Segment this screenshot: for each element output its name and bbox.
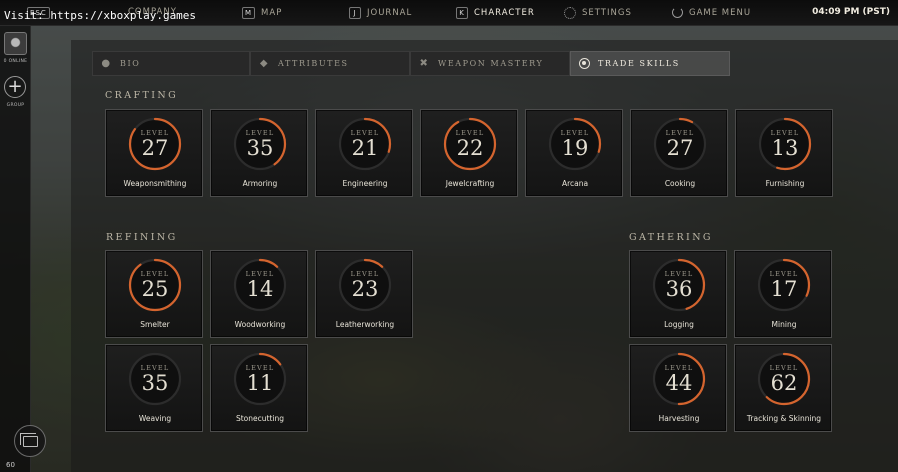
tab-attributes-label: ATTRIBUTES: [278, 59, 349, 68]
skill-card-arcana[interactable]: LEVEL 19 Arcana: [525, 109, 623, 197]
level-number: 62: [770, 371, 798, 395]
skill-name: Mining: [771, 320, 797, 329]
level-number: 23: [351, 277, 379, 301]
diamond-icon: ◆: [259, 58, 270, 69]
keycap-j: J: [349, 7, 361, 19]
skill-card-cooking[interactable]: LEVEL 27 Cooking: [630, 109, 728, 197]
tab-trade-skills-label: TRADE SKILLS: [598, 59, 680, 68]
crossed-swords-icon: ✖: [419, 58, 430, 69]
skill-name: Leatherworking: [335, 320, 395, 329]
level-number: 21: [351, 136, 379, 160]
level-number: 44: [665, 371, 693, 395]
skill-name: Stonecutting: [235, 414, 284, 423]
nav-game-menu[interactable]: GAME MENU: [672, 7, 751, 18]
nav-character-label: CHARACTER: [474, 8, 535, 18]
skill-name: Arcana: [561, 179, 589, 188]
nav-settings[interactable]: SETTINGS: [564, 7, 632, 19]
level-number: 17: [770, 277, 798, 301]
fps-counter: 60: [6, 461, 15, 469]
skill-name: Tracking & Skinning: [746, 414, 822, 423]
skill-card-woodworking[interactable]: LEVEL 14 Woodworking: [210, 250, 308, 338]
nav-map-label: MAP: [261, 8, 283, 18]
tab-weapon-mastery[interactable]: ✖ WEAPON MASTERY: [410, 51, 570, 76]
skill-card-leatherworking[interactable]: LEVEL 23 Leatherworking: [315, 250, 413, 338]
skill-name: Weaving: [138, 414, 172, 423]
keycap-m: M: [242, 7, 256, 19]
skill-card-furnishing[interactable]: LEVEL 13 Furnishing: [735, 109, 833, 197]
keycap-k: K: [456, 7, 468, 19]
skill-card-weaponsmithing[interactable]: LEVEL 27 Weaponsmithing: [105, 109, 203, 197]
add-group-button[interactable]: +: [4, 76, 26, 98]
tab-attributes[interactable]: ◆ ATTRIBUTES: [250, 51, 410, 76]
skill-card-tracking-skinning[interactable]: LEVEL 62 Tracking & Skinning: [734, 344, 832, 432]
nav-settings-label: SETTINGS: [582, 8, 632, 18]
level-number: 27: [141, 136, 169, 160]
avatar[interactable]: [4, 32, 27, 55]
level-number: 22: [456, 136, 484, 160]
skill-name: Logging: [664, 320, 694, 329]
tab-trade-skills[interactable]: TRADE SKILLS: [570, 51, 730, 76]
level-number: 14: [246, 277, 274, 301]
skill-card-jewelcrafting[interactable]: LEVEL 22 Jewelcrafting: [420, 109, 518, 197]
skill-card-logging[interactable]: LEVEL 36 Logging: [629, 250, 727, 338]
skill-name: Jewelcrafting: [445, 179, 495, 188]
skill-card-armoring[interactable]: LEVEL 35 Armoring: [210, 109, 308, 197]
skill-name: Weaponsmithing: [123, 179, 187, 188]
skill-card-stonecutting[interactable]: LEVEL 11 Stonecutting: [210, 344, 308, 432]
skill-card-harvesting[interactable]: LEVEL 44 Harvesting: [629, 344, 727, 432]
skill-name: Smelter: [140, 320, 170, 329]
target-icon: [579, 58, 590, 69]
level-number: 35: [141, 371, 169, 395]
nav-journal[interactable]: J JOURNAL: [349, 7, 412, 19]
nav-journal-label: JOURNAL: [367, 8, 413, 18]
gear-icon: [564, 7, 576, 19]
nav-character[interactable]: K CHARACTER: [456, 7, 535, 19]
level-number: 35: [246, 136, 274, 160]
group-label: GROUP: [6, 103, 25, 108]
skill-card-engineering[interactable]: LEVEL 21 Engineering: [315, 109, 413, 197]
clock: 04:09 PM (PST): [812, 7, 890, 17]
section-title-crafting: CRAFTING: [105, 90, 179, 101]
skill-name: Woodworking: [234, 320, 286, 329]
nav-game-menu-label: GAME MENU: [689, 7, 752, 18]
tab-bio[interactable]: ● BIO: [92, 51, 250, 76]
level-number: 27: [666, 136, 694, 160]
nav-map[interactable]: M MAP: [242, 7, 282, 19]
level-number: 19: [561, 136, 589, 160]
level-number: 25: [141, 277, 169, 301]
chat-button[interactable]: [14, 425, 46, 457]
left-social-strip: 0 ONLINE + GROUP: [0, 26, 31, 472]
chat-windows-icon: [20, 433, 38, 447]
level-number: 11: [246, 371, 274, 395]
skill-name: Harvesting: [658, 414, 700, 423]
tab-bio-label: BIO: [120, 59, 141, 68]
skill-name: Furnishing: [765, 179, 805, 188]
online-count: 0 ONLINE: [3, 59, 28, 64]
skill-name: Engineering: [342, 179, 388, 188]
skill-name: Armoring: [242, 179, 278, 188]
level-number: 36: [665, 277, 693, 301]
power-icon: [672, 7, 683, 18]
skill-card-weaving[interactable]: LEVEL 35 Weaving: [105, 344, 203, 432]
section-title-refining: REFINING: [106, 232, 178, 243]
tab-weapon-mastery-label: WEAPON MASTERY: [438, 59, 544, 68]
watermark: Visit: https://xboxplay.games: [4, 9, 197, 22]
section-title-gathering: GATHERING: [629, 232, 713, 243]
skill-name: Cooking: [664, 179, 696, 188]
skill-card-mining[interactable]: LEVEL 17 Mining: [734, 250, 832, 338]
level-number: 13: [771, 136, 799, 160]
skill-card-smelter[interactable]: LEVEL 25 Smelter: [105, 250, 203, 338]
character-tabs: ● BIO ◆ ATTRIBUTES ✖ WEAPON MASTERY TRAD…: [92, 51, 730, 76]
plus-icon: +: [7, 76, 23, 97]
person-icon: ●: [101, 58, 112, 69]
